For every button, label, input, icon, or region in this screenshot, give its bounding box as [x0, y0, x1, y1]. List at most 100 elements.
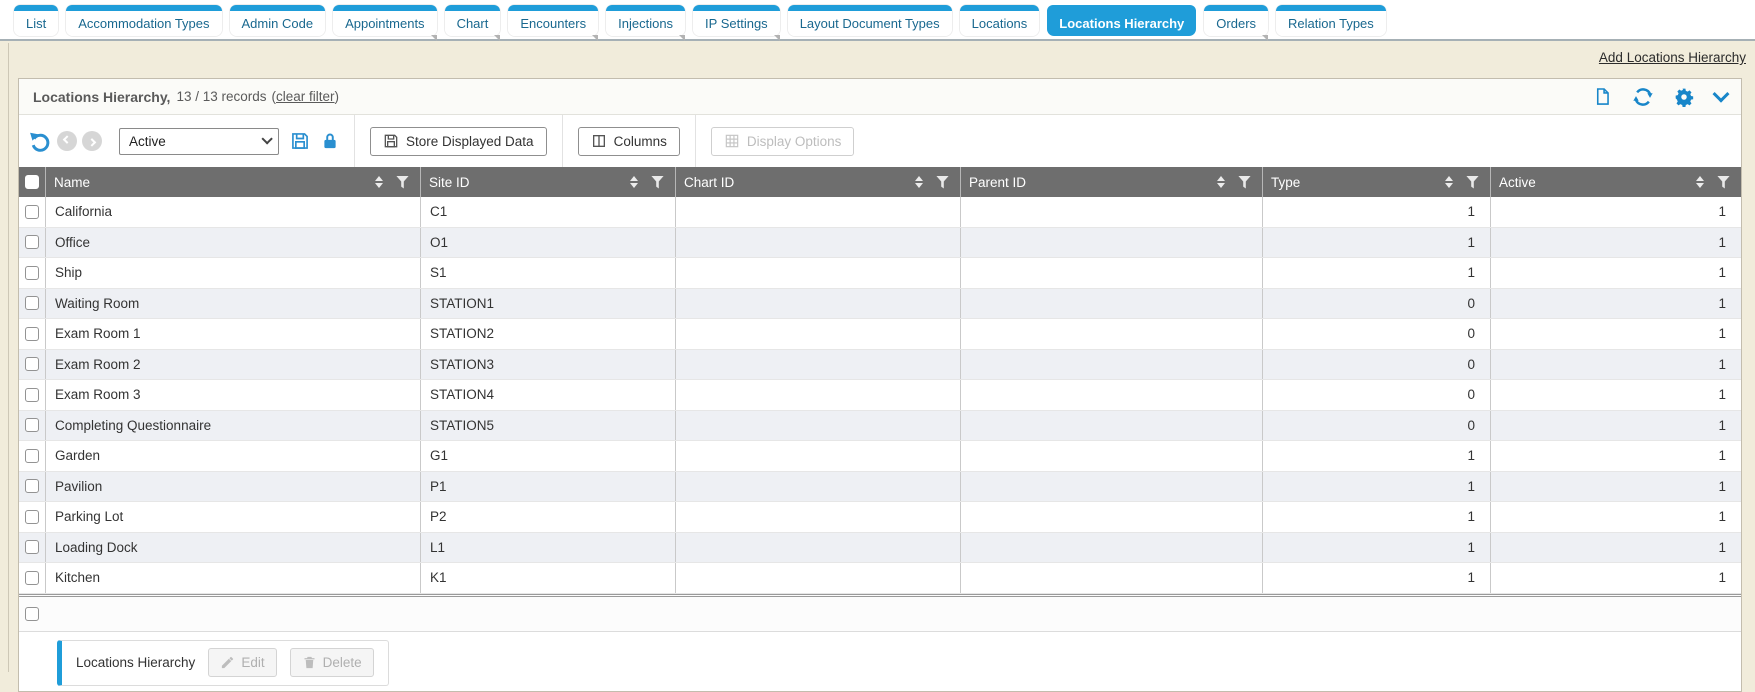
tab-locations-hierarchy[interactable]: Locations Hierarchy [1047, 5, 1196, 36]
settings-gear-icon[interactable] [1674, 87, 1694, 107]
table-row[interactable]: OfficeO111 [19, 228, 1741, 259]
select-all-checkbox[interactable] [25, 175, 39, 189]
table-row[interactable]: Exam Room 1STATION201 [19, 319, 1741, 350]
table-row[interactable]: GardenG111 [19, 441, 1741, 472]
undo-icon[interactable] [29, 130, 51, 152]
edit-button[interactable]: Edit [208, 648, 276, 677]
column-header-name[interactable]: Name [46, 167, 421, 197]
row-checkbox[interactable] [25, 296, 39, 310]
clear-filter-link[interactable]: clear filter [276, 89, 335, 104]
row-checkbox-cell [19, 472, 46, 502]
nav-forward-button[interactable] [82, 131, 102, 151]
column-header-active[interactable]: Active [1491, 167, 1741, 197]
cell-parent_id [961, 441, 1263, 471]
table-row[interactable]: KitchenK111 [19, 563, 1741, 594]
display-options-grid-icon [724, 133, 740, 149]
column-header-icons [915, 176, 952, 189]
table-row[interactable]: Loading DockL111 [19, 533, 1741, 564]
column-header-chart_id[interactable]: Chart ID [676, 167, 961, 197]
refresh-icon[interactable] [1633, 87, 1653, 107]
cell-active: 1 [1491, 319, 1741, 349]
collapse-chevron-icon[interactable] [1715, 91, 1727, 103]
tab-admin-code[interactable]: Admin Code [230, 5, 326, 36]
columns-button[interactable]: Columns [578, 127, 680, 156]
filter-funnel-icon[interactable] [396, 176, 409, 189]
toolbar-separator [562, 115, 563, 167]
row-checkbox[interactable] [25, 479, 39, 493]
sort-icon[interactable] [630, 176, 638, 188]
filter-funnel-icon[interactable] [936, 176, 949, 189]
table-row[interactable]: CaliforniaC111 [19, 197, 1741, 228]
table-row[interactable]: Completing QuestionnaireSTATION501 [19, 411, 1741, 442]
cell-parent_id [961, 350, 1263, 380]
add-locations-hierarchy-link[interactable]: Add Locations Hierarchy [1599, 50, 1746, 65]
table-row[interactable]: Parking LotP211 [19, 502, 1741, 533]
tab-accommodation-types[interactable]: Accommodation Types [66, 5, 221, 36]
sort-icon[interactable] [1445, 176, 1453, 188]
tab-encounters[interactable]: Encounters [508, 5, 598, 36]
tab-chart[interactable]: Chart [445, 5, 501, 36]
column-header-site_id[interactable]: Site ID [421, 167, 676, 197]
display-options-button[interactable]: Display Options [711, 127, 855, 156]
tab-relation-types[interactable]: Relation Types [1276, 5, 1386, 36]
delete-button[interactable]: Delete [290, 648, 374, 677]
cell-type: 1 [1263, 533, 1491, 563]
row-checkbox-cell [19, 502, 46, 532]
tab-appointments[interactable]: Appointments [333, 5, 437, 36]
tab-label: Layout Document Types [788, 11, 952, 36]
row-checkbox[interactable] [25, 327, 39, 341]
row-checkbox[interactable] [25, 449, 39, 463]
filter-funnel-icon[interactable] [1238, 176, 1251, 189]
row-checkbox[interactable] [25, 388, 39, 402]
lock-icon[interactable] [321, 132, 339, 150]
sort-icon[interactable] [1696, 176, 1704, 188]
toolbar-separator [354, 115, 355, 167]
cell-type: 1 [1263, 197, 1491, 227]
records-count: 13 / 13 records [176, 89, 266, 104]
column-header-icons [1217, 176, 1254, 189]
filter-select[interactable]: Active [119, 128, 279, 155]
tab-injections[interactable]: Injections [606, 5, 685, 36]
cell-site_id: STATION5 [421, 411, 676, 441]
filter-funnel-icon[interactable] [1717, 176, 1730, 189]
cell-chart_id [676, 411, 961, 441]
row-checkbox[interactable] [25, 418, 39, 432]
filter-funnel-icon[interactable] [651, 176, 664, 189]
tab-list[interactable]: List [14, 5, 58, 36]
sort-icon[interactable] [1217, 176, 1225, 188]
filter-funnel-icon[interactable] [1466, 176, 1479, 189]
tab-orders[interactable]: Orders [1204, 5, 1268, 36]
tab-layout-document-types[interactable]: Layout Document Types [788, 5, 952, 36]
row-checkbox[interactable] [25, 357, 39, 371]
table-row[interactable]: Waiting RoomSTATION101 [19, 289, 1741, 320]
cell-chart_id [676, 502, 961, 532]
row-checkbox[interactable] [25, 510, 39, 524]
row-checkbox[interactable] [25, 205, 39, 219]
sort-icon[interactable] [375, 176, 383, 188]
store-displayed-data-button[interactable]: Store Displayed Data [370, 127, 547, 156]
table-row[interactable]: Exam Room 3STATION401 [19, 380, 1741, 411]
cell-active: 1 [1491, 258, 1741, 288]
tab-label: Appointments [333, 11, 437, 36]
tab-locations[interactable]: Locations [960, 5, 1040, 36]
table-row[interactable]: Exam Room 2STATION301 [19, 350, 1741, 381]
new-document-icon[interactable] [1593, 87, 1612, 106]
row-checkbox[interactable] [25, 235, 39, 249]
cell-site_id: O1 [421, 228, 676, 258]
locations-table: NameSite IDChart IDParent IDTypeActive C… [19, 167, 1741, 594]
sort-icon[interactable] [915, 176, 923, 188]
row-checkbox[interactable] [25, 266, 39, 280]
table-row[interactable]: ShipS111 [19, 258, 1741, 289]
footer-checkbox[interactable] [25, 607, 39, 621]
column-header-type[interactable]: Type [1263, 167, 1491, 197]
cell-parent_id [961, 319, 1263, 349]
row-checkbox[interactable] [25, 540, 39, 554]
table-row[interactable]: PavilionP111 [19, 472, 1741, 503]
cell-parent_id [961, 533, 1263, 563]
cell-parent_id [961, 380, 1263, 410]
column-header-parent_id[interactable]: Parent ID [961, 167, 1263, 197]
row-checkbox[interactable] [25, 571, 39, 585]
nav-back-button[interactable] [57, 131, 77, 151]
save-view-icon[interactable] [290, 131, 310, 151]
tab-ip-settings[interactable]: IP Settings [693, 5, 780, 36]
